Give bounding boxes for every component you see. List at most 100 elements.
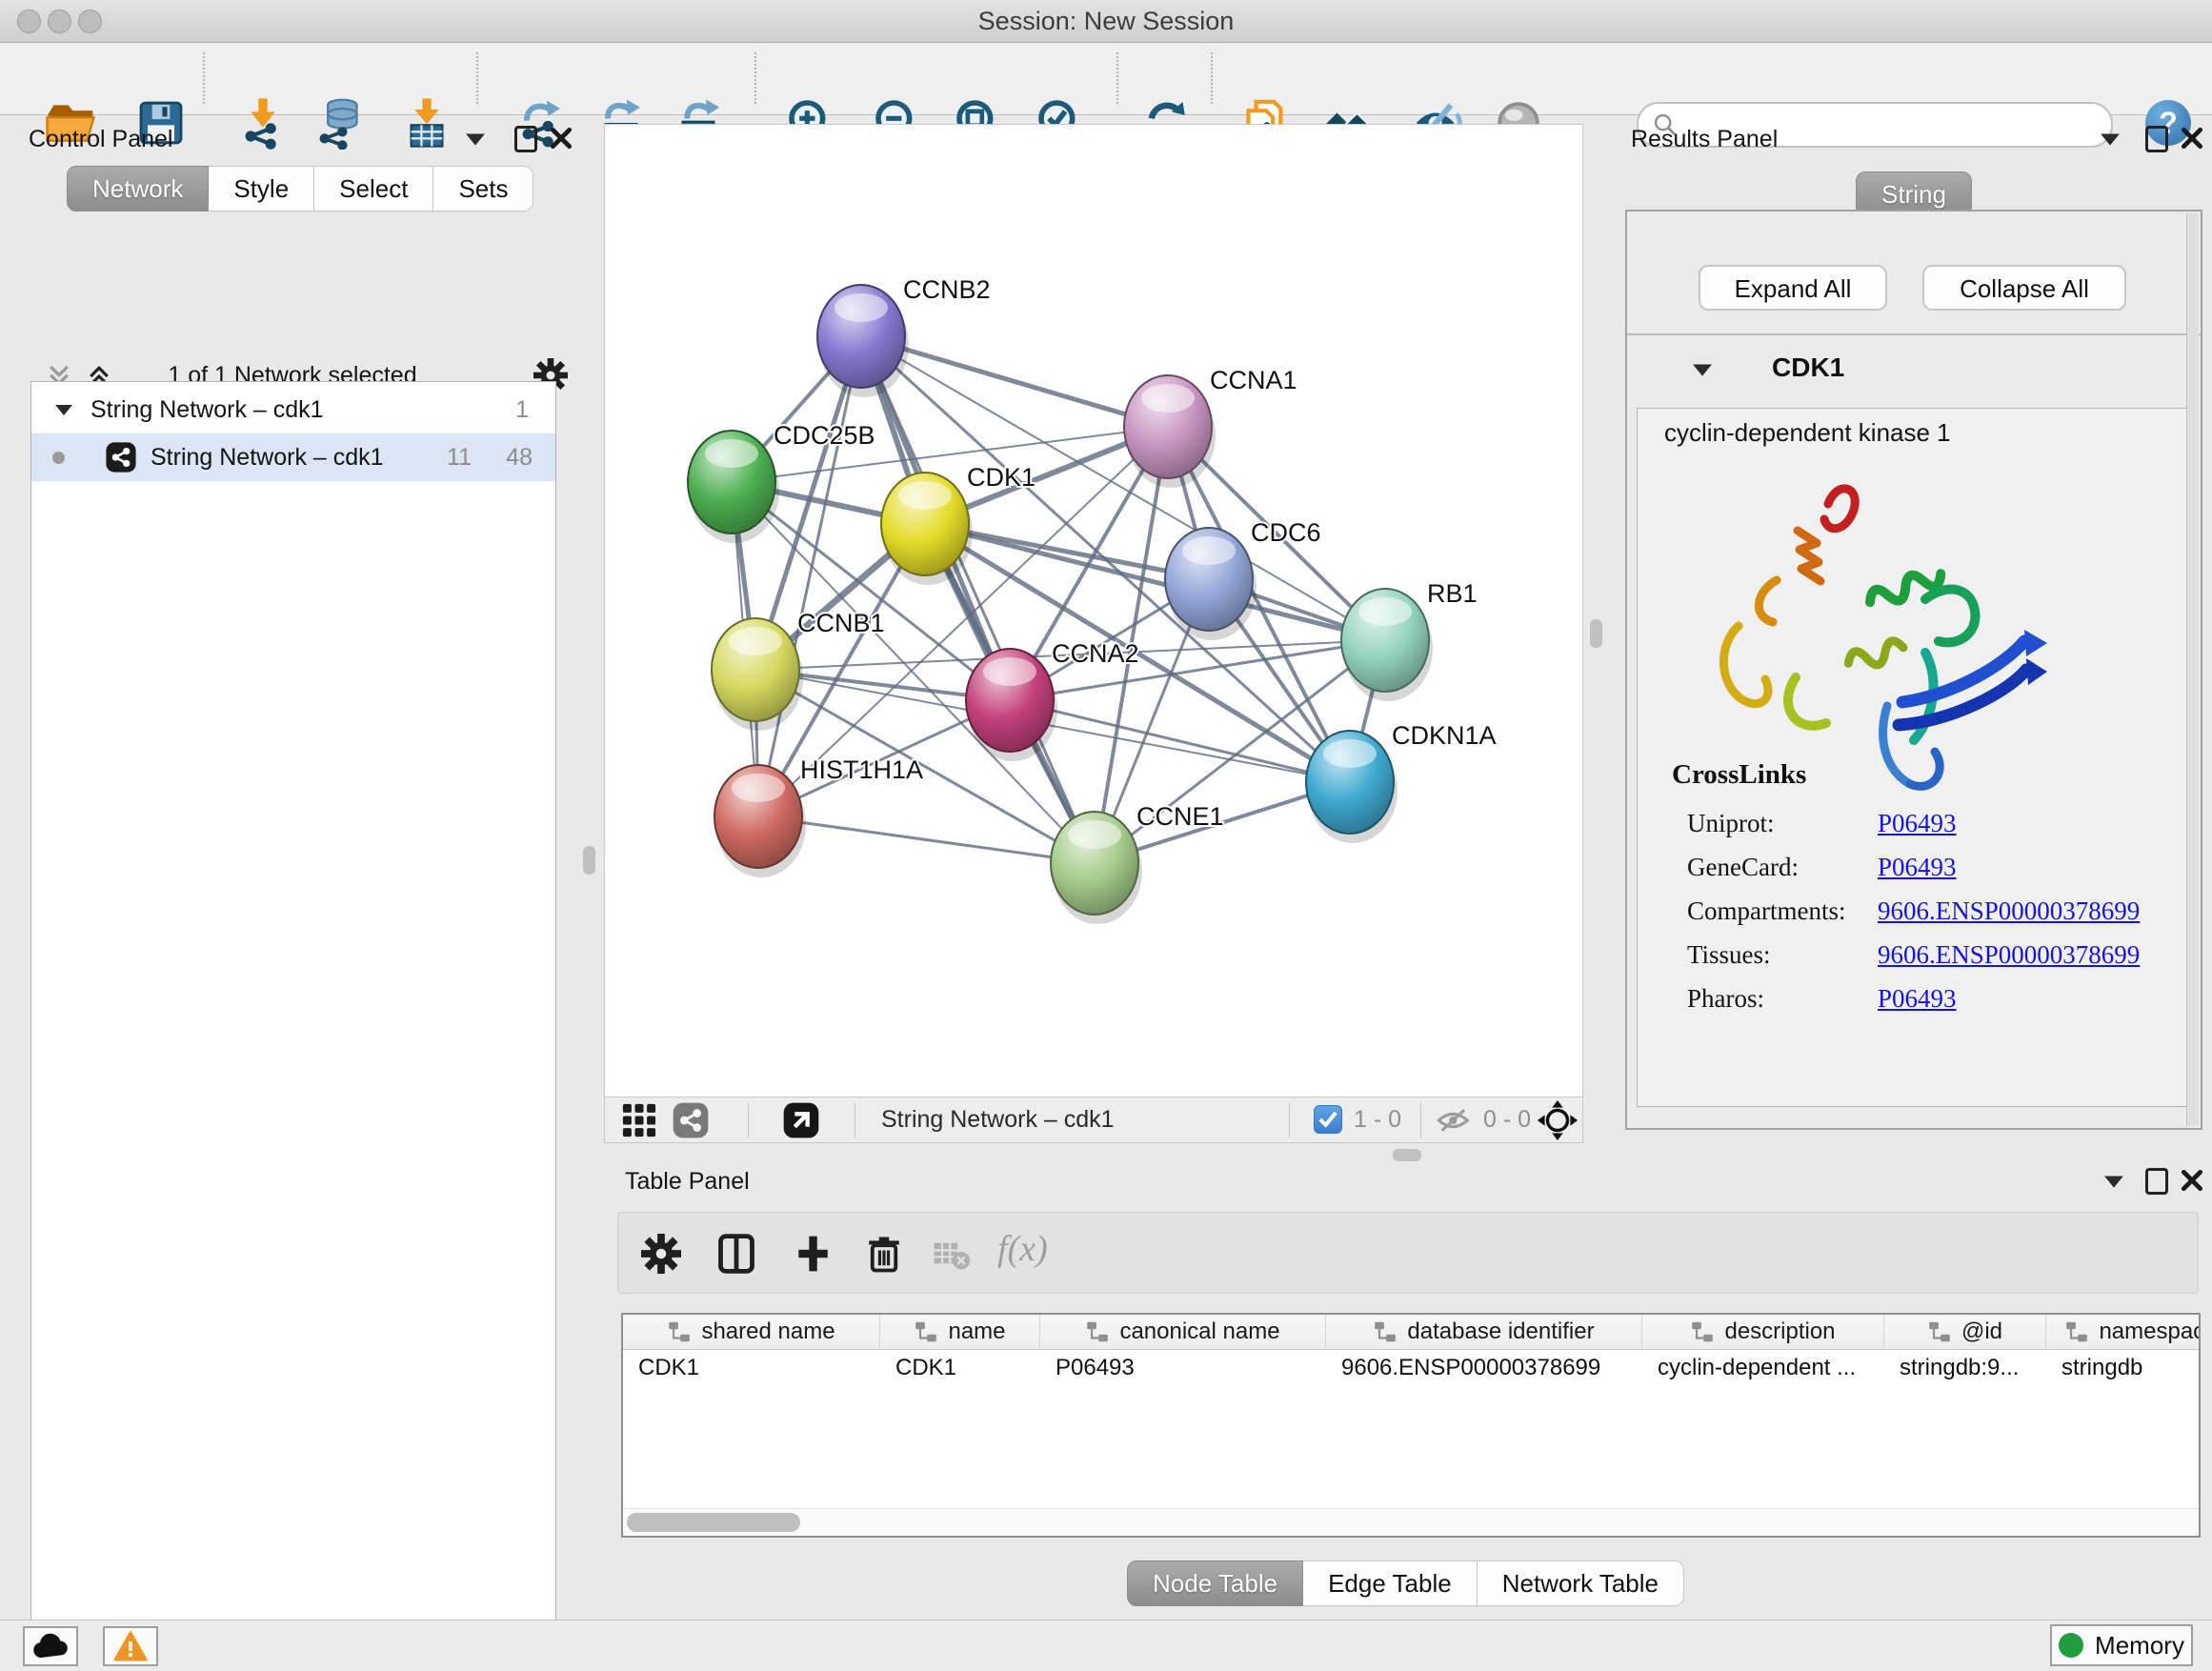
table-data-row[interactable]: CDK1CDK1P064939606.ENSP00000378699cyclin… <box>623 1350 2199 1386</box>
close-panel-icon[interactable] <box>2180 126 2204 151</box>
network-node[interactable]: CCNB2 <box>817 275 991 397</box>
network-row[interactable]: String Network – cdk1 11 48 <box>31 433 555 481</box>
gene-section-header[interactable]: CDK1 <box>1627 335 2201 406</box>
node-label: CCNB1 <box>797 609 885 637</box>
network-node[interactable]: CDC6 <box>1165 518 1321 640</box>
birds-eye-view-icon[interactable] <box>622 1103 656 1137</box>
network-collection-row[interactable]: String Network – cdk1 1 <box>31 386 555 433</box>
app-status-bar: Memory <box>0 1620 2212 1671</box>
network-edge[interactable] <box>1010 700 1350 782</box>
fit-content-crosshair-icon[interactable] <box>1537 1099 1579 1141</box>
tab-node-table[interactable]: Node Table <box>1127 1560 1303 1606</box>
column-header[interactable]: description <box>1642 1315 1884 1349</box>
crosslink-row: GeneCard:P06493 <box>1687 845 2163 889</box>
edge-count: 48 <box>506 444 533 472</box>
column-header[interactable]: canonical name <box>1040 1315 1326 1349</box>
column-header[interactable]: database identifier <box>1326 1315 1642 1349</box>
network-edge[interactable] <box>861 336 1095 863</box>
network-canvas[interactable]: CCNB2CCNA1CDC25BCDK1CDC6RB1CCNB1CCNA2CDK… <box>605 125 1582 1097</box>
create-column-icon[interactable] <box>792 1232 834 1276</box>
crosslink-value-link[interactable]: 9606.ENSP00000378699 <box>1878 940 2140 970</box>
column-header[interactable]: name <box>880 1315 1040 1349</box>
table-cell[interactable]: P06493 <box>1040 1355 1326 1381</box>
table-horizontal-scrollbar[interactable] <box>623 1508 2199 1536</box>
show-columns-icon[interactable] <box>715 1232 757 1276</box>
network-node[interactable]: CDK1 <box>881 463 1036 585</box>
statusbar-separator <box>1289 1103 1290 1137</box>
panel-menu-icon[interactable] <box>2103 1174 2124 1189</box>
crosslink-value-link[interactable]: P06493 <box>1878 984 1957 1014</box>
left-splitter-handle[interactable] <box>583 846 595 875</box>
control-panel: Control Panel Network Style Select Sets … <box>8 122 570 1583</box>
table-options-gear-icon[interactable] <box>641 1234 681 1274</box>
table-cell[interactable]: cyclin-dependent ... <box>1642 1355 1884 1381</box>
tab-edge-table[interactable]: Edge Table <box>1303 1560 1478 1606</box>
right-splitter-handle[interactable] <box>1590 619 1602 648</box>
hidden-elements-icon <box>1436 1107 1474 1134</box>
tab-network-table[interactable]: Network Table <box>1478 1560 1684 1606</box>
network-node[interactable]: CCNE1 <box>1051 802 1224 924</box>
tab-style[interactable]: Style <box>209 166 314 211</box>
node-label: HIST1H1A <box>800 755 923 784</box>
warnings-button[interactable] <box>103 1626 158 1666</box>
network-view[interactable]: CCNB2CCNA1CDC25BCDK1CDC6RB1CCNB1CCNA2CDK… <box>604 124 1583 1097</box>
network-node[interactable]: CCNB1 <box>712 609 885 731</box>
float-panel-icon[interactable] <box>2145 126 2168 152</box>
close-panel-icon[interactable] <box>2180 1168 2204 1193</box>
network-node[interactable]: CDC25B <box>688 421 875 543</box>
column-header[interactable]: @id <box>1884 1315 2046 1349</box>
column-header[interactable]: namespace <box>2046 1315 2201 1349</box>
column-type-icon <box>914 1320 938 1343</box>
function-builder-icon: f(x) <box>997 1228 1048 1270</box>
network-edge[interactable] <box>758 816 1095 863</box>
collapse-gene-icon[interactable] <box>1692 362 1713 377</box>
tab-network[interactable]: Network <box>67 166 209 211</box>
detach-view-icon[interactable] <box>782 1101 820 1139</box>
table-header-row: shared namenamecanonical namedatabase id… <box>623 1315 2199 1350</box>
network-node[interactable]: CDKN1A <box>1306 721 1497 843</box>
float-panel-icon[interactable] <box>2145 1168 2168 1195</box>
network-overview-icon[interactable] <box>672 1101 710 1139</box>
crosslink-value-link[interactable]: P06493 <box>1878 809 1957 838</box>
cloud-status-button[interactable] <box>23 1626 78 1666</box>
panel-menu-icon[interactable] <box>2100 131 2121 147</box>
table-cell[interactable]: CDK1 <box>623 1355 880 1381</box>
collection-expander-icon[interactable] <box>54 403 73 416</box>
network-node[interactable]: RB1 <box>1341 579 1478 701</box>
toolbar-separator <box>1211 52 1213 104</box>
table-cell[interactable]: 9606.ENSP00000378699 <box>1326 1355 1642 1381</box>
title-bar: Session: New Session <box>0 0 2212 43</box>
float-panel-icon[interactable] <box>514 126 537 152</box>
table-panel-tabs: Node Table Edge Table Network Table <box>1127 1560 1684 1606</box>
hidden-counts: 0 - 0 <box>1483 1106 1531 1134</box>
selected-counts: 1 - 0 <box>1354 1106 1401 1134</box>
results-buttons-row: Expand All Collapse All <box>1627 211 2201 335</box>
crosslink-value-link[interactable]: 9606.ENSP00000378699 <box>1878 896 2140 926</box>
node-label: CCNA1 <box>1210 366 1297 394</box>
crosslink-label: Tissues: <box>1687 940 1878 970</box>
crosslink-label: Compartments: <box>1687 896 1878 926</box>
delete-column-trash-icon[interactable] <box>864 1232 904 1276</box>
results-scrollbar[interactable] <box>2186 213 2199 1126</box>
bottom-splitter-handle[interactable] <box>1393 1149 1421 1161</box>
network-node[interactable]: HIST1H1A <box>714 755 923 877</box>
table-cell[interactable]: stringdb <box>2046 1355 2201 1381</box>
crosslink-value-link[interactable]: P06493 <box>1878 853 1957 882</box>
close-panel-icon[interactable] <box>549 126 573 151</box>
toolbar-separator <box>203 52 205 104</box>
table-cell[interactable]: CDK1 <box>880 1355 1040 1381</box>
table-cell[interactable]: stringdb:9... <box>1884 1355 2046 1381</box>
expand-all-button[interactable]: Expand All <box>1699 265 1887 311</box>
tab-select[interactable]: Select <box>314 166 433 211</box>
memory-button[interactable]: Memory <box>2050 1624 2193 1666</box>
panel-menu-icon[interactable] <box>465 131 486 147</box>
selected-nodes-checkbox[interactable] <box>1314 1105 1342 1134</box>
collapse-all-button[interactable]: Collapse All <box>1922 265 2126 311</box>
collection-label: String Network – cdk1 <box>90 396 324 424</box>
crosslink-label: GeneCard: <box>1687 853 1878 882</box>
column-header[interactable]: shared name <box>623 1315 880 1349</box>
scrollbar-thumb[interactable] <box>627 1513 800 1532</box>
network-edge[interactable] <box>758 336 861 816</box>
tab-sets[interactable]: Sets <box>433 166 533 211</box>
column-type-icon <box>1373 1320 1398 1343</box>
